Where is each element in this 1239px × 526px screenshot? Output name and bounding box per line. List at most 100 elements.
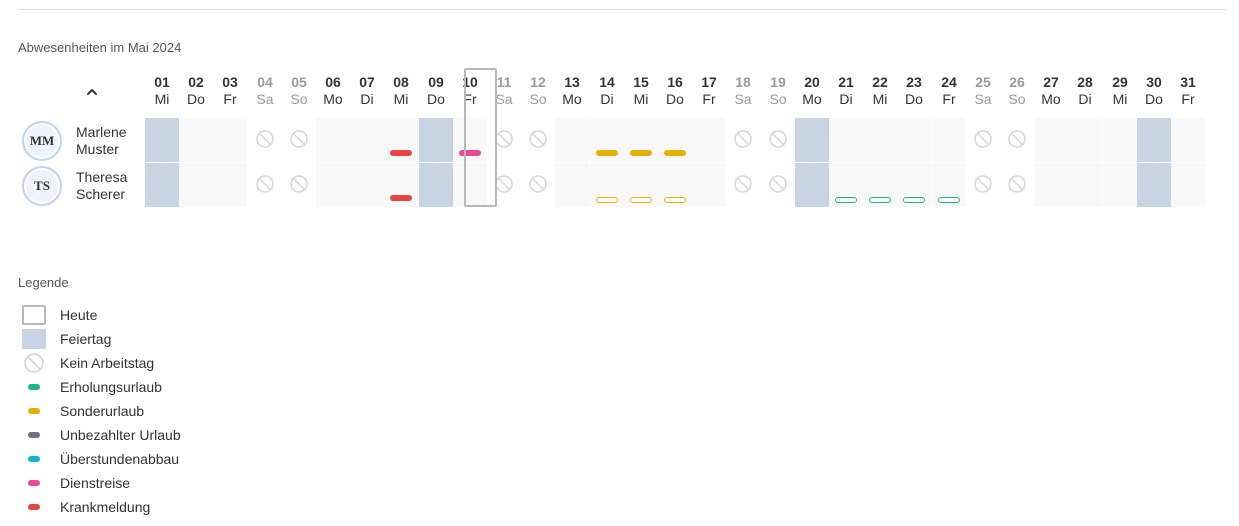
day-cell[interactable] <box>555 118 589 162</box>
day-cell[interactable] <box>1000 163 1034 207</box>
day-cell[interactable] <box>1000 118 1034 162</box>
weekday-label: Mi <box>1112 91 1128 107</box>
day-cell[interactable] <box>316 163 350 207</box>
day-number: 05 <box>291 74 307 90</box>
day-cell[interactable] <box>384 163 418 207</box>
weekday-label: So <box>1008 91 1026 107</box>
absence-bar-sonderurlaub[interactable] <box>664 150 686 156</box>
day-cell[interactable] <box>487 163 521 207</box>
legend-item-krankmeldung: Krankmeldung <box>22 496 150 518</box>
day-header: 02 Do <box>179 74 213 110</box>
day-cell[interactable] <box>692 163 726 207</box>
day-cell[interactable] <box>1068 118 1102 162</box>
absence-bar-sonderurlaub[interactable] <box>664 197 686 203</box>
day-cell[interactable] <box>590 163 624 207</box>
day-cell[interactable] <box>419 163 453 207</box>
absence-bar-sonderurlaub[interactable] <box>630 197 652 203</box>
no-workday-marker <box>974 175 992 193</box>
color-dot-erholungsurlaub <box>22 377 46 397</box>
no-workday-icon <box>974 175 992 193</box>
legend-item-feiertag: Feiertag <box>22 328 111 350</box>
day-cell[interactable] <box>1034 163 1068 207</box>
day-cell[interactable] <box>487 118 521 162</box>
day-cell[interactable] <box>761 163 795 207</box>
weekday-label: Do <box>427 91 445 107</box>
day-cell[interactable] <box>179 118 213 162</box>
day-cell[interactable] <box>624 163 658 207</box>
no-workday-marker <box>1008 130 1026 148</box>
absence-bar-erholungsurlaub[interactable] <box>903 197 925 203</box>
absence-bar-krankmeldung[interactable] <box>390 150 412 156</box>
day-cell[interactable] <box>932 118 966 162</box>
day-cell[interactable] <box>555 163 589 207</box>
absence-bar-sonderurlaub[interactable] <box>596 197 618 203</box>
day-cell[interactable] <box>590 118 624 162</box>
collapse-button[interactable] <box>82 82 102 102</box>
day-cell[interactable] <box>897 118 931 162</box>
avatar[interactable]: TS <box>22 166 62 206</box>
day-cell[interactable] <box>829 163 863 207</box>
day-cell[interactable] <box>521 118 555 162</box>
day-cell[interactable] <box>213 118 247 162</box>
employee-name[interactable]: Marlene Muster <box>76 124 146 158</box>
day-cell[interactable] <box>316 118 350 162</box>
avatar[interactable]: MM <box>22 121 62 161</box>
day-cell[interactable] <box>282 163 316 207</box>
color-dot-ueberstundenabbau <box>22 449 46 469</box>
day-cell[interactable] <box>419 118 453 162</box>
day-cell[interactable] <box>248 118 282 162</box>
day-cell[interactable] <box>1137 118 1171 162</box>
day-cell[interactable] <box>179 163 213 207</box>
day-cell[interactable] <box>658 163 692 207</box>
day-cell[interactable] <box>966 118 1000 162</box>
absence-bar-erholungsurlaub[interactable] <box>869 197 891 203</box>
day-cell[interactable] <box>829 118 863 162</box>
absence-bar-krankmeldung[interactable] <box>390 195 412 201</box>
day-cell[interactable] <box>1103 163 1137 207</box>
color-dot-krankmeldung <box>22 497 46 517</box>
day-cell[interactable] <box>932 163 966 207</box>
day-cell[interactable] <box>213 163 247 207</box>
absence-bar-sonderurlaub[interactable] <box>630 150 652 156</box>
day-number: 01 <box>154 74 170 90</box>
day-cell[interactable] <box>726 163 760 207</box>
day-cell[interactable] <box>897 163 931 207</box>
day-cell[interactable] <box>624 118 658 162</box>
day-cell[interactable] <box>350 163 384 207</box>
day-cell[interactable] <box>726 118 760 162</box>
absence-bar-dienstreise[interactable] <box>459 150 481 156</box>
day-cell[interactable] <box>1034 118 1068 162</box>
absence-bar-erholungsurlaub[interactable] <box>938 197 960 203</box>
day-number: 20 <box>804 74 820 90</box>
day-cell[interactable] <box>795 118 829 162</box>
day-cell[interactable] <box>145 118 179 162</box>
weekday-label: Di <box>360 91 374 107</box>
day-cell[interactable] <box>966 163 1000 207</box>
employee-name[interactable]: Theresa Scherer <box>76 169 146 203</box>
day-cell[interactable] <box>1137 163 1171 207</box>
day-cell[interactable] <box>453 163 487 207</box>
day-cell[interactable] <box>1171 118 1205 162</box>
day-cell[interactable] <box>145 163 179 207</box>
day-cell[interactable] <box>453 118 487 162</box>
absence-bar-erholungsurlaub[interactable] <box>835 197 857 203</box>
day-cell[interactable] <box>1171 163 1205 207</box>
day-cell[interactable] <box>863 163 897 207</box>
day-number: 29 <box>1112 74 1128 90</box>
day-cell[interactable] <box>1103 118 1137 162</box>
day-cell[interactable] <box>282 118 316 162</box>
day-cell[interactable] <box>658 118 692 162</box>
day-cell[interactable] <box>863 118 897 162</box>
absence-bar-sonderurlaub[interactable] <box>596 150 618 156</box>
day-cell[interactable] <box>350 118 384 162</box>
day-cell[interactable] <box>692 118 726 162</box>
no-workday-icon <box>256 175 274 193</box>
holiday-swatch <box>22 329 46 349</box>
day-cell[interactable] <box>384 118 418 162</box>
day-cell[interactable] <box>795 163 829 207</box>
day-cell[interactable] <box>1068 163 1102 207</box>
day-cell[interactable] <box>521 163 555 207</box>
day-cell[interactable] <box>248 163 282 207</box>
no-workday-marker <box>290 175 308 193</box>
day-cell[interactable] <box>761 118 795 162</box>
